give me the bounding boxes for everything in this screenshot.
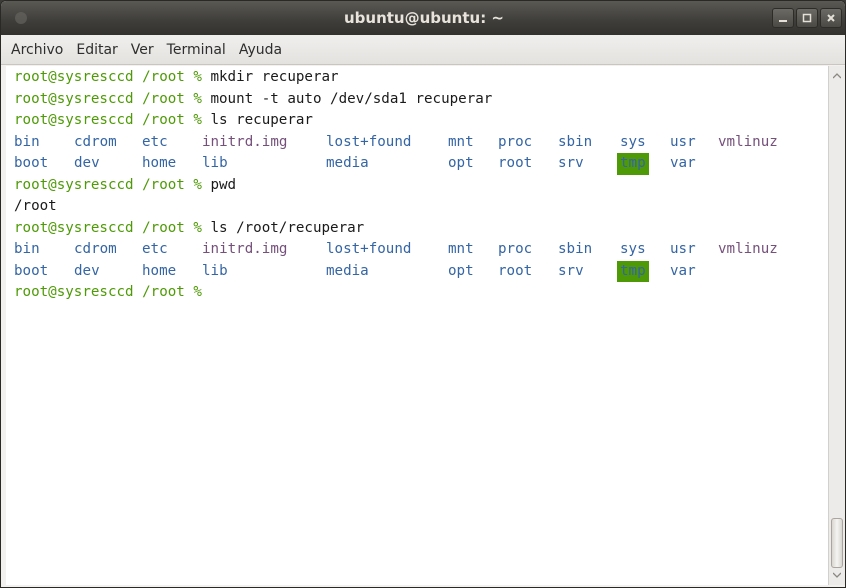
shell-command: mount -t auto /dev/sda1 recuperar [210,90,493,107]
ls-entry: boot [14,155,49,171]
ls-entry: var [670,155,696,171]
maximize-icon [802,13,812,23]
menu-bar: Archivo Editar Ver Terminal Ayuda [1,35,845,65]
ls-entry: vmlinuz [718,133,778,150]
ls-entry: root [498,262,533,279]
window-title: ubuntu@ubuntu: ~ [343,9,505,27]
ls-entry-highlighted: tmp [617,153,649,175]
shell-prompt: root@sysresccd /root % [14,90,211,107]
window-controls [772,8,842,28]
ls-entry: proc [498,133,533,150]
menu-archivo[interactable]: Archivo [11,40,63,60]
scroll-up-button[interactable] [829,68,845,84]
arrow-down-icon [833,572,841,578]
ls-entry: initrd.img [202,133,288,150]
ls-entry: home [142,262,177,279]
ls-entry: usr [670,241,696,257]
ls-entry: var [670,262,696,279]
terminal-window: ubuntu@ubuntu: ~ Archivo Editar Ver Term… [0,0,846,588]
ls-entry: etc [142,133,168,150]
shell-prompt: root@sysresccd /root % [14,112,211,128]
ls-entry: lib [202,155,228,171]
ls-entry: opt [448,262,474,279]
menu-editar[interactable]: Editar [76,40,117,60]
ls-output-row: boot dev home lib media opt root srv tmp… [14,260,828,282]
shell-prompt: root@sysresccd /root % [14,284,211,300]
ls-entry: proc [498,241,533,257]
ls-entry: sys [620,241,646,257]
ls-entry: dev [74,262,100,279]
ls-entry: root [498,155,533,171]
shell-command: pwd [210,176,237,193]
ls-entry: boot [14,262,49,279]
ls-entry: bin [14,133,40,150]
menu-ayuda[interactable]: Ayuda [239,40,282,60]
terminal-output[interactable]: root@sysresccd /root % mkdir recuperar r… [6,66,828,585]
terminal-line: root@sysresccd /root % [14,282,828,304]
scroll-thumb[interactable] [831,518,843,568]
minimize-button[interactable] [772,8,794,28]
ls-entry-highlighted: tmp [617,260,649,282]
ls-entry: usr [670,133,696,150]
ls-entry: srv [558,155,584,171]
shell-prompt: root@sysresccd /root % [14,69,211,85]
shell-command: ls /root/recuperar [210,219,365,236]
close-button[interactable] [820,8,842,28]
terminal-line: root@sysresccd /root % ls /root/recupera… [14,218,828,240]
shell-command: mkdir recuperar [210,69,339,85]
ls-entry: lib [202,262,228,279]
ls-entry: mnt [448,241,474,257]
ls-output-row: bin cdrom etc initrd.img lost+found mnt … [14,239,828,261]
ls-output-row: bin cdrom etc initrd.img lost+found mnt … [14,132,828,154]
ls-entry: dev [74,155,100,171]
ls-entry: sbin [558,241,593,257]
menu-terminal[interactable]: Terminal [167,40,226,60]
close-icon [827,14,835,22]
ls-entry: initrd.img [202,241,288,257]
ls-entry: cdrom [74,241,117,257]
ls-entry: etc [142,241,168,257]
terminal-line: root@sysresccd /root % mkdir recuperar [14,67,828,89]
title-bar[interactable]: ubuntu@ubuntu: ~ [1,1,845,35]
menu-ver[interactable]: Ver [131,40,154,60]
terminal-line: root@sysresccd /root % ls recuperar [14,110,828,132]
command-output: /root [14,198,57,214]
maximize-button[interactable] [796,8,818,28]
ls-output-row: boot dev home lib media opt root srv tmp… [14,153,828,175]
ls-entry: vmlinuz [718,241,778,257]
ls-entry: home [142,155,177,171]
minimize-icon [779,20,787,22]
ls-entry: opt [448,155,474,171]
terminal-line: root@sysresccd /root % mount -t auto /de… [14,89,828,111]
arrow-up-icon [833,73,841,79]
ls-entry: sbin [558,133,593,150]
shell-prompt: root@sysresccd /root % [14,176,211,193]
ls-entry: bin [14,241,40,257]
shell-command: ls recuperar [210,112,313,128]
terminal-line: root@sysresccd /root % pwd [14,175,828,197]
ls-entry: sys [620,133,646,150]
shell-prompt: root@sysresccd /root % [14,219,211,236]
ls-entry: media [326,155,369,171]
ls-entry: lost+found [326,133,412,150]
vertical-scrollbar[interactable] [828,66,845,585]
scroll-down-button[interactable] [829,567,845,583]
ls-entry: media [326,262,369,279]
ls-entry: srv [558,262,584,279]
ls-entry: lost+found [326,241,412,257]
ls-entry: cdrom [74,133,117,150]
ls-entry: mnt [448,133,474,150]
